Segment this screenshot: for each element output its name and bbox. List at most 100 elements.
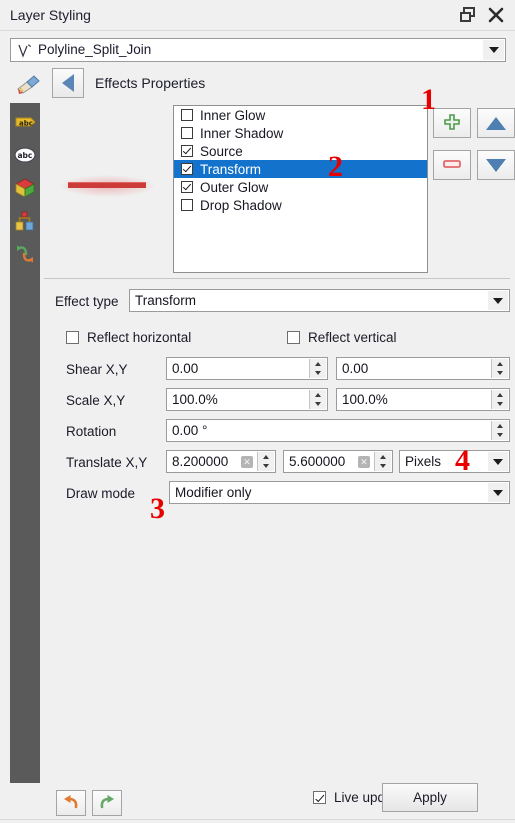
effects-list-item[interactable]: Outer Glow: [174, 178, 427, 196]
effect-enabled-checkbox[interactable]: [181, 163, 193, 175]
minus-icon: [441, 157, 463, 174]
translate-x-clear-icon[interactable]: ✕: [241, 456, 253, 468]
effects-list-item[interactable]: Inner Shadow: [174, 124, 427, 142]
scale-y-value: 100.0%: [342, 392, 388, 407]
draw-mode-label: Draw mode: [66, 486, 136, 501]
triangle-up-icon: [486, 116, 506, 130]
live-update-box[interactable]: [313, 791, 326, 804]
undock-icon[interactable]: [457, 4, 479, 26]
effect-name-label: Outer Glow: [200, 179, 269, 195]
add-effect-button[interactable]: [433, 108, 471, 138]
scale-label: Scale X,Y: [66, 393, 126, 408]
preview-line: [68, 182, 146, 188]
panel-caption: Effects Properties: [95, 75, 206, 91]
remove-effect-button[interactable]: [433, 150, 471, 180]
rotation-stepper[interactable]: [491, 421, 508, 440]
plus-icon: [442, 112, 462, 135]
reflect-vertical-box[interactable]: [287, 331, 300, 344]
translate-x-input[interactable]: 8.200000 ✕: [166, 450, 276, 473]
sidebar-item-labels[interactable]: abc: [13, 110, 37, 134]
effect-enabled-checkbox[interactable]: [181, 181, 193, 193]
rotation-value: 0.00 °: [172, 423, 208, 438]
shear-y-input[interactable]: 0.00: [336, 357, 510, 380]
draw-mode-value: Modifier only: [175, 485, 252, 500]
scale-x-value: 100.0%: [172, 392, 218, 407]
rotation-input[interactable]: 0.00 °: [166, 419, 510, 442]
scale-x-input[interactable]: 100.0%: [166, 388, 328, 411]
translate-units-value: Pixels: [405, 454, 442, 469]
shear-x-stepper[interactable]: [309, 359, 326, 378]
effects-list-item[interactable]: Drop Shadow: [174, 196, 427, 214]
effects-list-item[interactable]: Inner Glow: [174, 106, 427, 124]
effects-list[interactable]: Inner Glow Inner Shadow Source Transform Out…: [173, 105, 428, 273]
annotation-3: 3: [150, 492, 165, 525]
reflect-vertical-label: Reflect vertical: [308, 330, 397, 345]
undo-button[interactable]: [56, 790, 86, 816]
scale-y-input[interactable]: 100.0%: [336, 388, 510, 411]
translate-y-stepper[interactable]: [374, 452, 391, 471]
move-effect-down-button[interactable]: [477, 150, 515, 180]
svg-text:abc: abc: [18, 151, 33, 160]
layer-selector-combo[interactable]: Polyline_Split_Join: [10, 38, 506, 62]
scale-y-stepper[interactable]: [491, 390, 508, 409]
effect-name-label: Drop Shadow: [200, 197, 282, 213]
translate-units-dropdown[interactable]: Pixels: [399, 450, 510, 473]
reflect-vertical-checkbox[interactable]: Reflect vertical: [287, 330, 397, 345]
shear-x-value: 0.00: [172, 361, 199, 376]
move-effect-up-button[interactable]: [477, 108, 515, 138]
layer-selector-value: Polyline_Split_Join: [38, 42, 152, 57]
reflect-horizontal-checkbox[interactable]: Reflect horizontal: [66, 330, 191, 345]
paintbrush-icon: [14, 70, 44, 96]
triangle-down-icon: [486, 158, 506, 172]
undo-arrow-icon: [61, 792, 81, 815]
section-divider: [44, 278, 510, 279]
translate-label: Translate X,Y: [66, 455, 148, 470]
vector-line-layer-icon: [16, 42, 34, 60]
translate-y-clear-icon[interactable]: ✕: [358, 456, 370, 468]
shear-y-stepper[interactable]: [491, 359, 508, 378]
effect-name-label: Transform: [200, 161, 262, 177]
translate-x-stepper[interactable]: [257, 452, 274, 471]
effect-enabled-checkbox[interactable]: [181, 109, 193, 121]
draw-mode-dropdown[interactable]: Modifier only: [169, 481, 510, 504]
effects-list-item[interactable]: Source: [174, 142, 427, 160]
scale-x-stepper[interactable]: [309, 390, 326, 409]
effect-type-label: Effect type: [55, 294, 119, 309]
symbol-preview: [40, 103, 170, 273]
translate-y-value: 5.600000: [289, 454, 346, 469]
footer-strip: [0, 819, 515, 823]
translate-units-chevron-down-icon[interactable]: [488, 452, 508, 471]
sidebar-item-history[interactable]: [13, 242, 37, 266]
effect-name-label: Inner Shadow: [200, 125, 284, 141]
translate-y-input[interactable]: 5.600000 ✕: [283, 450, 393, 473]
effect-name-label: Inner Glow: [200, 107, 266, 123]
close-icon[interactable]: [485, 4, 507, 26]
layer-styling-panel: Layer Styling Polyline_Split_Join Effect…: [0, 0, 515, 823]
apply-button[interactable]: Apply: [382, 783, 478, 812]
window-title: Layer Styling: [10, 7, 91, 23]
styling-sidebar: abc abc: [10, 103, 40, 783]
titlebar: Layer Styling: [0, 0, 515, 31]
redo-button[interactable]: [92, 790, 122, 816]
effect-enabled-checkbox[interactable]: [181, 199, 193, 211]
reflect-horizontal-label: Reflect horizontal: [87, 330, 192, 345]
effect-enabled-checkbox[interactable]: [181, 127, 193, 139]
back-arrow-icon[interactable]: [52, 68, 84, 98]
effect-type-chevron-down-icon[interactable]: [488, 291, 508, 310]
translate-x-value: 8.200000: [172, 454, 229, 469]
shear-y-value: 0.00: [342, 361, 369, 376]
reflect-horizontal-box[interactable]: [66, 331, 79, 344]
shear-x-input[interactable]: 0.00: [166, 357, 328, 380]
effect-type-value: Transform: [135, 293, 197, 308]
effect-type-dropdown[interactable]: Transform: [129, 289, 510, 312]
layer-selector-chevron-down-icon[interactable]: [483, 40, 504, 60]
sidebar-item-callout-labels[interactable]: abc: [13, 143, 37, 167]
effect-enabled-checkbox[interactable]: [181, 145, 193, 157]
effect-name-label: Source: [200, 143, 243, 159]
effects-list-item[interactable]: Transform: [174, 160, 427, 178]
svg-text:abc: abc: [19, 120, 33, 128]
sidebar-item-diagrams[interactable]: [13, 209, 37, 233]
shear-label: Shear X,Y: [66, 362, 128, 377]
draw-mode-chevron-down-icon[interactable]: [488, 483, 508, 502]
sidebar-item-3d-view[interactable]: [13, 176, 37, 200]
